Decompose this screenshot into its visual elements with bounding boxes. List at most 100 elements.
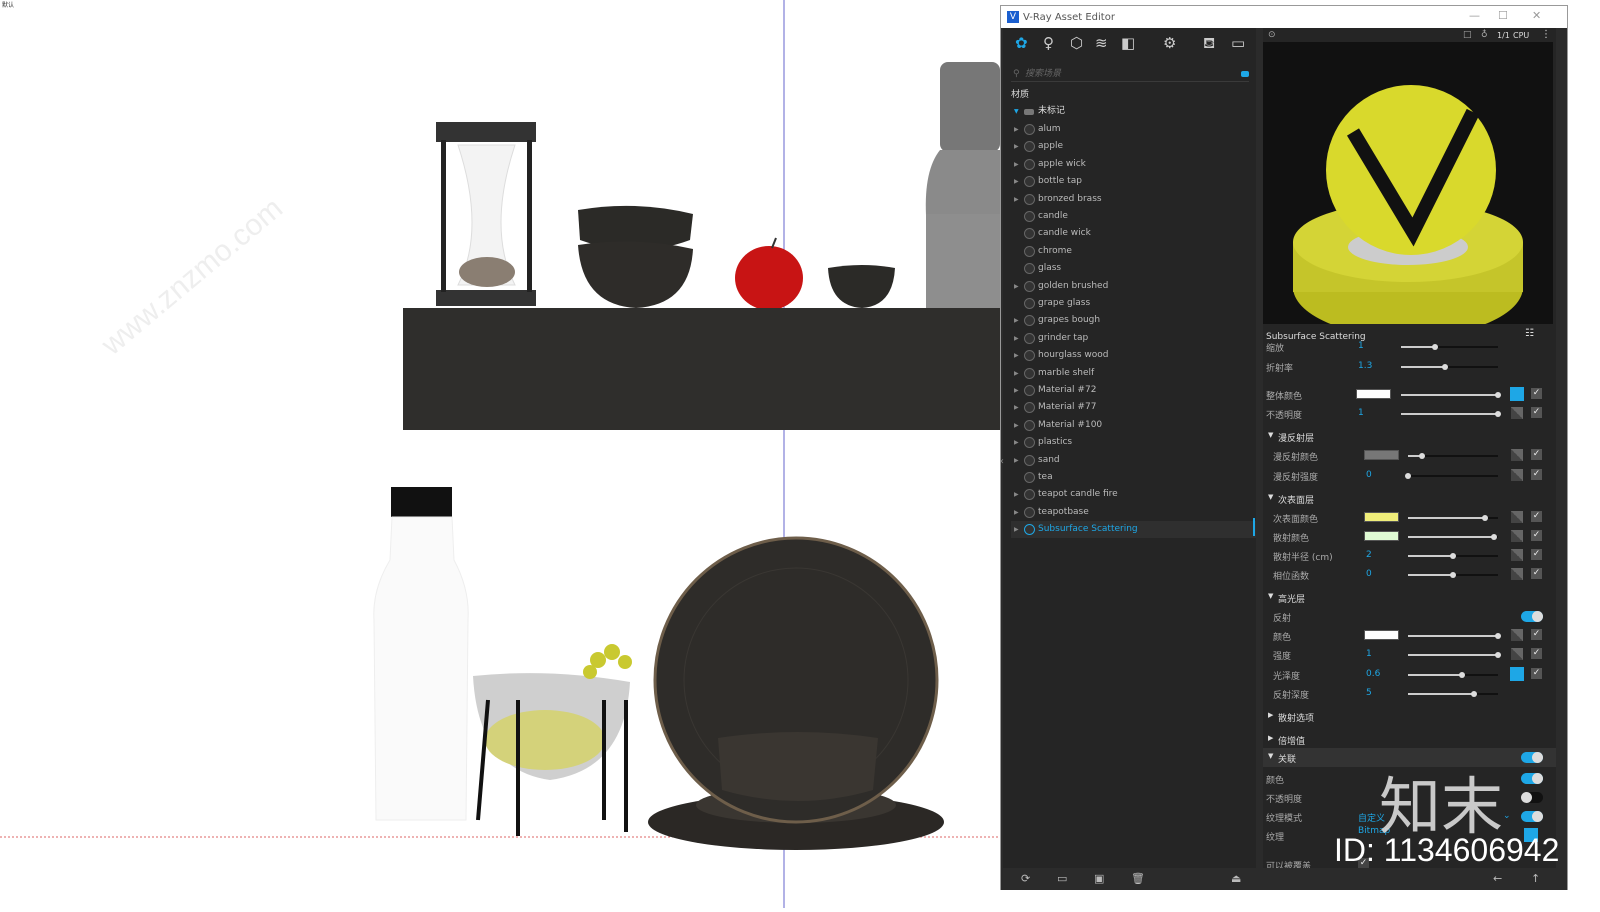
preview-resolution[interactable]: 1/1: [1497, 31, 1510, 40]
toggle-switch[interactable]: [1521, 611, 1543, 622]
toggle-switch[interactable]: [1521, 811, 1543, 822]
expand-arrow-icon[interactable]: ▶: [1014, 521, 1019, 538]
property-value[interactable]: 2: [1366, 550, 1372, 560]
enable-checkbox[interactable]: ✓: [1531, 469, 1542, 480]
toggle-switch[interactable]: [1521, 792, 1543, 803]
texture-slot-icon[interactable]: [1511, 449, 1523, 461]
enable-checkbox[interactable]: ✓: [1531, 668, 1542, 679]
enable-checkbox[interactable]: ✓: [1531, 449, 1542, 460]
property-slider[interactable]: [1408, 633, 1501, 639]
property-slider[interactable]: [1401, 364, 1498, 370]
preview-options-icon[interactable]: ⊙: [1268, 30, 1276, 40]
up-icon[interactable]: ↑: [1531, 872, 1540, 885]
material-item[interactable]: chrome: [1011, 243, 1256, 260]
material-item[interactable]: ▶ apple wick: [1011, 156, 1256, 173]
texture-slot-icon[interactable]: [1511, 648, 1523, 660]
texture-slot-icon[interactable]: [1510, 387, 1524, 401]
material-item[interactable]: grape glass: [1011, 295, 1256, 312]
material-item[interactable]: ▶ bottle tap: [1011, 173, 1256, 190]
material-item[interactable]: ▶ grapes bough: [1011, 312, 1256, 329]
property-slider[interactable]: [1408, 453, 1498, 459]
preview-square-icon[interactable]: □: [1463, 30, 1472, 40]
purge-icon[interactable]: ⏏: [1231, 872, 1241, 885]
section-header[interactable]: ▼ 次表面层: [1263, 489, 1556, 508]
material-item[interactable]: tea: [1011, 469, 1256, 486]
expand-arrow-icon[interactable]: ▶: [1014, 347, 1019, 364]
texture-mode-dropdown[interactable]: 自定义: [1358, 811, 1385, 824]
material-item[interactable]: ▶ Material #72: [1011, 382, 1256, 399]
material-item[interactable]: ▶ apple: [1011, 138, 1256, 155]
texture-slot-icon[interactable]: [1510, 667, 1524, 681]
texture-slot-icon[interactable]: [1524, 828, 1538, 842]
property-slider[interactable]: [1401, 392, 1501, 398]
color-swatch[interactable]: [1356, 389, 1391, 399]
enable-checkbox[interactable]: ✓: [1531, 407, 1542, 418]
search-input[interactable]: ⚲ 搜索场景: [1011, 66, 1249, 82]
property-value[interactable]: 1: [1358, 408, 1364, 418]
chevron-down-icon[interactable]: ⌄: [1503, 811, 1511, 821]
texture-slot-icon[interactable]: [1511, 511, 1523, 523]
material-item[interactable]: ▶ plastics: [1011, 434, 1256, 451]
delete-icon[interactable]: 🗑: [1131, 872, 1145, 885]
material-item[interactable]: candle: [1011, 208, 1256, 225]
filter-tag-icon[interactable]: [1241, 71, 1249, 77]
caret-right-icon[interactable]: ▶: [1268, 711, 1273, 719]
toggle-switch[interactable]: [1521, 752, 1543, 763]
material-item[interactable]: candle wick: [1011, 225, 1256, 242]
material-item[interactable]: ▶ Subsurface Scattering: [1011, 521, 1256, 539]
materials-icon[interactable]: ✿: [1015, 34, 1028, 52]
material-item[interactable]: ▶ Material #100: [1011, 417, 1256, 434]
layers-icon[interactable]: ≋: [1095, 34, 1108, 52]
add-asset-icon[interactable]: ⟳: [1021, 872, 1030, 885]
texture-slot-icon[interactable]: [1511, 549, 1523, 561]
property-value[interactable]: 0: [1366, 470, 1372, 480]
sketchup-viewport[interactable]: 默认 www.znzmo.com: [0, 0, 1000, 908]
group-unlabeled[interactable]: ▼ 未标记: [1011, 103, 1256, 120]
settings-icon[interactable]: ⚙: [1163, 34, 1176, 52]
enable-checkbox[interactable]: ✓: [1531, 629, 1542, 640]
textures-icon[interactable]: ◧: [1121, 34, 1135, 52]
material-item[interactable]: ▶ marble shelf: [1011, 365, 1256, 382]
property-slider[interactable]: [1408, 534, 1498, 540]
collapse-left-icon[interactable]: ‹: [1000, 456, 1004, 467]
expand-arrow-icon[interactable]: ▶: [1014, 486, 1019, 503]
enable-checkbox[interactable]: ✓: [1531, 568, 1542, 579]
open-file-icon[interactable]: ▭: [1057, 872, 1067, 885]
expand-arrow-icon[interactable]: ▶: [1014, 399, 1019, 416]
minimize-button[interactable]: —: [1469, 9, 1480, 22]
property-value[interactable]: 0.6: [1366, 669, 1380, 679]
section-header[interactable]: ▼ 高光层: [1263, 588, 1556, 607]
more-menu-icon[interactable]: ⋮: [1541, 29, 1551, 40]
section-header[interactable]: ▶ 散射选项: [1263, 707, 1556, 726]
expand-arrow-icon[interactable]: ▶: [1014, 434, 1019, 451]
property-slider[interactable]: [1405, 473, 1498, 479]
caret-down-icon[interactable]: ▼: [1268, 592, 1273, 600]
maximize-button[interactable]: ☐: [1498, 9, 1508, 22]
property-value[interactable]: 1.3: [1358, 361, 1372, 371]
section-header[interactable]: ▼ 关联: [1263, 748, 1556, 767]
caret-right-icon[interactable]: ▶: [1268, 734, 1273, 742]
property-slider[interactable]: [1408, 515, 1498, 521]
material-item[interactable]: ▶ teapot candle fire: [1011, 486, 1256, 503]
caret-down-icon[interactable]: ▼: [1268, 752, 1273, 760]
property-slider[interactable]: [1408, 553, 1498, 559]
material-item[interactable]: ▶ sand: [1011, 452, 1256, 469]
color-swatch[interactable]: [1364, 450, 1399, 460]
expand-arrow-icon[interactable]: ▶: [1014, 156, 1019, 173]
scrollbar[interactable]: [1253, 518, 1255, 536]
property-slider[interactable]: [1408, 691, 1498, 697]
expand-arrow-icon[interactable]: ▶: [1014, 278, 1019, 295]
render-window-icon[interactable]: ▭: [1231, 34, 1245, 52]
expand-arrow-icon[interactable]: ▶: [1014, 121, 1019, 138]
texture-slot-icon[interactable]: [1511, 629, 1523, 641]
property-slider[interactable]: [1408, 672, 1498, 678]
material-item[interactable]: ▶ hourglass wood: [1011, 347, 1256, 364]
toggle-switch[interactable]: [1521, 773, 1543, 784]
material-item[interactable]: ▶ teapotbase: [1011, 504, 1256, 521]
material-item[interactable]: ▶ grinder tap: [1011, 330, 1256, 347]
render-teapot-icon[interactable]: ⛾: [1203, 34, 1215, 54]
expand-arrow-icon[interactable]: ▶: [1014, 382, 1019, 399]
property-slider[interactable]: [1408, 652, 1501, 658]
property-slider[interactable]: [1408, 572, 1498, 578]
section-header[interactable]: ▶ 倍增值: [1263, 730, 1556, 749]
